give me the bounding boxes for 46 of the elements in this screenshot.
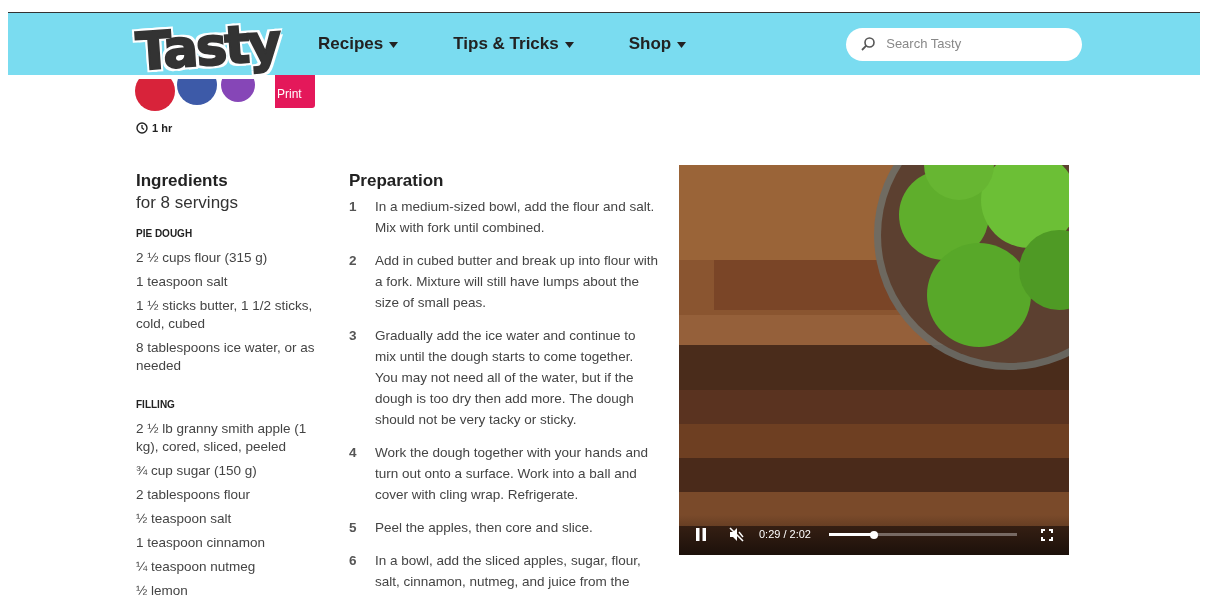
nav-menu[interactable]: Recipes [318,31,399,57]
search-field[interactable]: Search Tasty [846,27,1083,61]
section-heading: Ingredients [136,169,229,192]
section-heading: Preparation [349,169,445,192]
fullscreen-button[interactable] [1041,528,1053,541]
nav-menu[interactable]: Shop [628,31,687,57]
step-number: 5 [349,518,358,537]
search-icon [860,36,877,52]
mute-button[interactable] [729,527,745,542]
step-number: 3 [349,326,358,345]
step-number: 1 [349,197,358,216]
video-time: 0:29 / 2:02 [759,527,811,543]
ingredient-item: 2 ½ lb granny smith apple (1 kg), cored, sliced, peeled [136,419,308,456]
ingredient-item: 2 tablespoons flour [136,485,252,504]
ingredient-item: ¾ cup sugar (150 g) [136,461,258,480]
ingredient-item: ½ teaspoon salt [136,509,233,528]
caret-icon [564,41,574,48]
ingredient-item: 1 teaspoon cinnamon [136,533,267,552]
step-text: In a medium-sized bowl, add the flour and salt. Mix with fork until combined. [375,197,656,237]
ingredient-item: 1 ½ sticks butter, 1 1/2 sticks, cold, cubed [136,296,314,333]
ingredient-item: 2 ½ cups flour (315 g) [136,248,269,267]
subsection-heading: PIE DOUGH [136,226,194,241]
subsection-heading: FILLING [136,397,176,412]
search-input[interactable]: Search Tasty [884,33,1055,55]
progress-track[interactable] [829,533,1017,536]
servings-text: for 8 servings [136,191,240,214]
step-text: Gradually add the ice water and continue to mix until the dough starts to come together. You may not need all of the water, but if the dough is too dry then add more. The dough should not be very tacky or sticky. [375,326,637,429]
step-number: 4 [349,443,358,462]
logo-text[interactable]: Tasty [134,16,282,78]
caret-icon [389,41,399,48]
ingredient-item: ½ lemon [136,581,189,597]
step-text: Add in cubed butter and break up into flour with a fork. Mixture will still have lumps about the size of small peas. [375,251,659,312]
step-number: 2 [349,251,358,270]
step-text: Peel the apples, then core and slice. [375,518,594,537]
step-number: 6 [349,551,358,570]
clock-icon [136,122,148,135]
ingredient-item: ¼ teaspoon nutmeg [136,557,257,576]
print-button[interactable]: Print [275,75,315,108]
ingredient-item: 1 teaspoon salt [136,272,229,291]
cook-time: 1 hr [152,121,173,136]
ingredient-item: 8 tablespoons ice water, or as needed [136,338,315,375]
step-text: In a bowl, add the sliced apples, sugar, flour, salt, cinnamon, nutmeg, and juice from the [375,551,642,591]
pause-button[interactable] [695,528,707,541]
caret-icon [677,41,687,48]
nav-menu[interactable]: Tips & Tricks [453,31,574,57]
step-text: Work the dough together with your hands and turn out onto a surface. Work into a ball and cover with cling wrap. Refrigerate. [375,443,649,504]
